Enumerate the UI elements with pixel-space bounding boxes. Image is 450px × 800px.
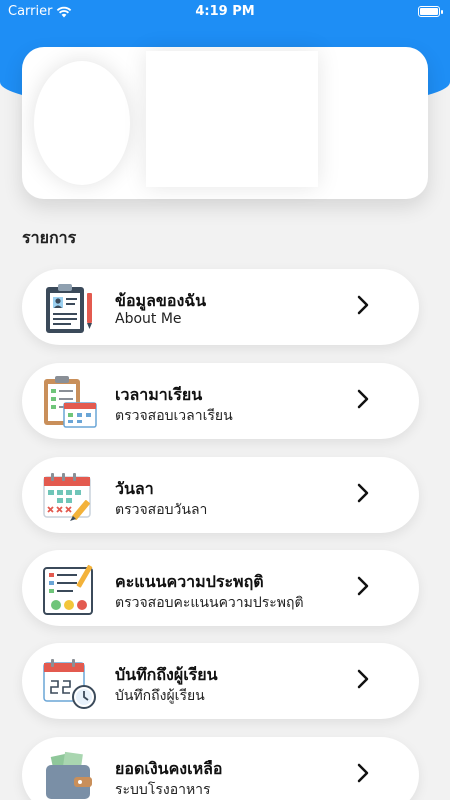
- menu-item-subtitle: บันทึกถึงผู้เรียน: [115, 688, 205, 704]
- status-time: 4:19 PM: [195, 4, 255, 19]
- menu-item-subtitle: About Me: [115, 311, 182, 327]
- profile-card[interactable]: [22, 47, 428, 199]
- menu-item-subtitle: ตรวจสอบเวลาเรียน: [115, 408, 233, 424]
- calendar-pencil-icon: [43, 473, 91, 521]
- calendar-clock-icon: [43, 659, 96, 709]
- menu-item-about-me[interactable]: ข้อมูลของฉัน About Me: [22, 269, 419, 345]
- behavior-score-icon: [43, 564, 93, 615]
- chevron-right-icon: [357, 669, 369, 689]
- menu-item-behavior-score[interactable]: คะแนนความประพฤติ ตรวจสอบคะแนนความประพฤติ: [22, 550, 419, 626]
- chevron-right-icon: [357, 483, 369, 503]
- status-bar: Carrier 4:19 PM: [0, 0, 450, 24]
- battery-icon: [418, 6, 443, 17]
- menu-item-subtitle: ตรวจสอบคะแนนความประพฤติ: [115, 595, 304, 611]
- chevron-right-icon: [357, 763, 369, 783]
- menu-item-subtitle: ระบบโรงอาหาร: [115, 782, 211, 798]
- section-title: รายการ: [22, 228, 77, 247]
- avatar[interactable]: [34, 61, 130, 185]
- attendance-clipboard-icon: [44, 376, 97, 428]
- chevron-right-icon: [357, 576, 369, 596]
- menu-item-subtitle: ตรวจสอบวันลา: [115, 502, 208, 518]
- id-card-clipboard-icon: [46, 284, 92, 333]
- profile-info-block: [146, 51, 318, 187]
- menu-item-leave-days[interactable]: วันลา ตรวจสอบวันลา: [22, 457, 419, 533]
- chevron-right-icon: [357, 389, 369, 409]
- wallet-icon: [46, 751, 92, 799]
- menu-item-balance[interactable]: ยอดเงินคงเหลือ ระบบโรงอาหาร: [22, 737, 419, 800]
- menu-item-attendance[interactable]: เวลามาเรียน ตรวจสอบเวลาเรียน: [22, 363, 419, 439]
- menu-item-notes-to-student[interactable]: บันทึกถึงผู้เรียน บันทึกถึงผู้เรียน: [22, 643, 419, 719]
- chevron-right-icon: [357, 295, 369, 315]
